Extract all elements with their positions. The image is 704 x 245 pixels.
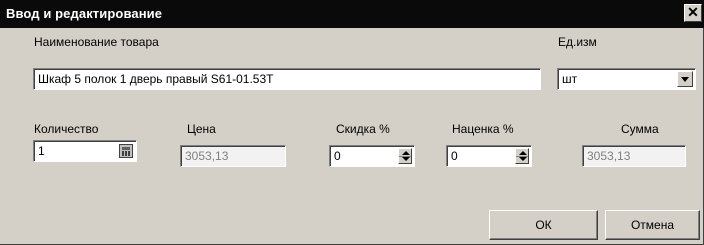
- chevron-down-icon: [681, 77, 689, 82]
- unit-select[interactable]: шт: [557, 68, 696, 90]
- markup-stepper[interactable]: 0: [446, 145, 532, 167]
- spin-down-icon[interactable]: [519, 157, 527, 161]
- markup-value: 0: [451, 149, 458, 163]
- product-name-value: Шкаф 5 полок 1 дверь правый S61-01.53T: [38, 72, 274, 86]
- markup-label: Наценка %: [452, 122, 514, 136]
- cancel-button[interactable]: Отмена: [605, 210, 700, 240]
- unit-value: шт: [562, 72, 578, 86]
- calculator-button[interactable]: [119, 144, 133, 158]
- unit-dropdown-button[interactable]: [677, 71, 693, 87]
- price-value: 3053,13: [185, 149, 229, 163]
- price-label: Цена: [187, 122, 216, 136]
- title-bar[interactable]: Ввод и редактирование ✕: [0, 0, 704, 28]
- total-label: Сумма: [621, 122, 659, 136]
- product-name-input[interactable]: Шкаф 5 полок 1 дверь правый S61-01.53T: [33, 68, 541, 90]
- spin-down-icon[interactable]: [402, 157, 410, 161]
- discount-spin-buttons[interactable]: [398, 148, 412, 164]
- edit-dialog: Ввод и редактирование ✕ Наименование тов…: [0, 0, 704, 245]
- ok-button[interactable]: ОК: [489, 210, 598, 240]
- spin-up-icon[interactable]: [402, 151, 410, 155]
- spin-up-icon[interactable]: [519, 151, 527, 155]
- quantity-input[interactable]: 1: [33, 140, 137, 162]
- discount-value: 0: [334, 149, 341, 163]
- quantity-value: 1: [38, 144, 45, 158]
- product-name-label: Наименование товара: [34, 35, 159, 49]
- calculator-icon: [122, 147, 130, 150]
- calculator-keys: [122, 151, 130, 156]
- unit-label: Ед.изм: [558, 35, 597, 49]
- discount-stepper[interactable]: 0: [329, 145, 415, 167]
- close-icon: ✕: [687, 4, 699, 20]
- total-value: 3053,13: [587, 149, 631, 163]
- discount-label: Скидка %: [336, 122, 390, 136]
- total-field: 3053,13: [582, 145, 686, 167]
- price-field: 3053,13: [180, 145, 286, 167]
- close-button[interactable]: ✕: [684, 4, 702, 22]
- markup-spin-buttons[interactable]: [515, 148, 529, 164]
- quantity-label: Количество: [34, 122, 99, 136]
- window-title: Ввод и редактирование: [6, 6, 163, 21]
